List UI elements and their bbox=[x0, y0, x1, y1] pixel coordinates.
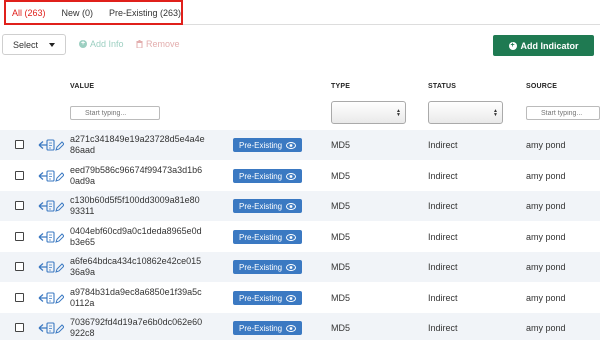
source-filter-input[interactable] bbox=[526, 106, 600, 120]
pencil-icon bbox=[55, 324, 64, 334]
column-header-value[interactable]: VALUE bbox=[70, 83, 94, 90]
row-checkbox[interactable] bbox=[15, 293, 24, 302]
indicator-value[interactable]: eed79b586c96674f99473a3d1b6 0ad9a bbox=[70, 165, 220, 187]
table-row: 7036792fd4d19a7e6b0dc062e60 922c8 Pre-Exis… bbox=[0, 313, 600, 340]
type-cell: MD5 bbox=[331, 323, 351, 333]
row-checkbox[interactable] bbox=[15, 171, 24, 180]
tab-pre-existing[interactable]: Pre-Existing (263) bbox=[109, 8, 181, 18]
eye-icon bbox=[286, 141, 297, 149]
status-cell: Indirect bbox=[428, 140, 458, 150]
source-cell: amy pond bbox=[526, 262, 566, 272]
indicator-value[interactable]: a6fe64bdca434c10862e42ce015 36a9a bbox=[70, 256, 220, 278]
add-indicator-button[interactable]: + Add Indicator bbox=[493, 35, 594, 56]
value-filter-input[interactable] bbox=[70, 106, 160, 120]
indicator-value[interactable]: c130b60d5f5f100dd3009a81e80 93311 bbox=[70, 195, 220, 217]
source-cell: amy pond bbox=[526, 323, 566, 333]
pre-existing-badge[interactable]: Pre-Existing bbox=[233, 199, 302, 213]
pre-existing-badge[interactable]: Pre-Existing bbox=[233, 169, 302, 183]
restore-document-icon[interactable] bbox=[38, 199, 64, 213]
row-checkbox[interactable] bbox=[15, 323, 24, 332]
source-cell: amy pond bbox=[526, 232, 566, 242]
tab-divider bbox=[183, 24, 600, 25]
restore-document-icon[interactable] bbox=[38, 138, 64, 152]
sort-arrows-icon: ▲ ▼ bbox=[493, 108, 498, 118]
remove-button[interactable]: Remove bbox=[136, 39, 180, 49]
table-row: 0404ebf60cd9a0c1deda8965e0d b3e65 Pre-Exis… bbox=[0, 222, 600, 252]
pencil-icon bbox=[55, 233, 64, 243]
indicator-value[interactable]: a271c341849e19a23728d5e4a4e 86aad bbox=[70, 134, 220, 156]
type-filter-select[interactable]: ▲ ▼ bbox=[331, 101, 406, 124]
eye-icon bbox=[286, 263, 297, 271]
source-cell: amy pond bbox=[526, 171, 566, 181]
eye-icon bbox=[286, 172, 297, 180]
table-row: a6fe64bdca434c10862e42ce015 36a9a Pre-Exis… bbox=[0, 252, 600, 282]
sort-arrows-icon: ▲ ▼ bbox=[396, 108, 401, 118]
indicator-value[interactable]: 7036792fd4d19a7e6b0dc062e60 922c8 bbox=[70, 317, 220, 339]
select-label: Select bbox=[13, 39, 39, 50]
restore-document-icon[interactable] bbox=[38, 260, 64, 274]
remove-label: Remove bbox=[146, 39, 180, 49]
eye-icon bbox=[286, 294, 297, 302]
restore-document-icon[interactable] bbox=[38, 169, 64, 183]
add-info-button[interactable]: + Add Info bbox=[79, 39, 124, 49]
source-cell: amy pond bbox=[526, 201, 566, 211]
tab-new[interactable]: New (0) bbox=[62, 8, 94, 18]
pencil-icon bbox=[55, 263, 64, 273]
plus-circle-icon: + bbox=[79, 40, 87, 48]
status-cell: Indirect bbox=[428, 323, 458, 333]
tab-all[interactable]: All (263) bbox=[12, 8, 46, 18]
type-cell: MD5 bbox=[331, 171, 351, 181]
trash-icon bbox=[136, 40, 143, 48]
add-indicator-label: Add Indicator bbox=[520, 40, 579, 51]
type-cell: MD5 bbox=[331, 201, 351, 211]
row-checkbox[interactable] bbox=[15, 262, 24, 271]
column-header-source[interactable]: SOURCE bbox=[526, 83, 557, 90]
pencil-icon bbox=[55, 202, 64, 212]
eye-icon bbox=[286, 233, 297, 241]
column-header-type[interactable]: TYPE bbox=[331, 83, 350, 90]
status-filter-select[interactable]: ▲ ▼ bbox=[428, 101, 503, 124]
indicator-value[interactable]: a9784b31da9ec8a6850e1f39a5c 0112a bbox=[70, 287, 220, 309]
row-checkbox[interactable] bbox=[15, 140, 24, 149]
pencil-icon bbox=[55, 294, 64, 304]
pre-existing-badge[interactable]: Pre-Existing bbox=[233, 138, 302, 152]
pre-existing-badge[interactable]: Pre-Existing bbox=[233, 260, 302, 274]
bulk-select-dropdown[interactable]: Select bbox=[2, 34, 66, 55]
status-cell: Indirect bbox=[428, 293, 458, 303]
eye-icon bbox=[286, 324, 297, 332]
pre-existing-badge[interactable]: Pre-Existing bbox=[233, 321, 302, 335]
column-header-status[interactable]: STATUS bbox=[428, 83, 456, 90]
type-cell: MD5 bbox=[331, 140, 351, 150]
filter-tabs: All (263) New (0) Pre-Existing (263) bbox=[4, 0, 183, 25]
type-cell: MD5 bbox=[331, 262, 351, 272]
plus-circle-icon: + bbox=[508, 41, 517, 50]
table-row: eed79b586c96674f99473a3d1b6 0ad9a Pre-Exis… bbox=[0, 161, 600, 191]
restore-document-icon[interactable] bbox=[38, 230, 64, 244]
row-checkbox[interactable] bbox=[15, 232, 24, 241]
status-cell: Indirect bbox=[428, 232, 458, 242]
status-cell: Indirect bbox=[428, 201, 458, 211]
source-cell: amy pond bbox=[526, 140, 566, 150]
table-row: c130b60d5f5f100dd3009a81e80 93311 Pre-Exis… bbox=[0, 191, 600, 221]
pre-existing-badge[interactable]: Pre-Existing bbox=[233, 230, 302, 244]
table-row: a271c341849e19a23728d5e4a4e 86aad Pre-Exis… bbox=[0, 130, 600, 160]
type-cell: MD5 bbox=[331, 232, 351, 242]
add-info-label: Add Info bbox=[90, 39, 124, 49]
source-cell: amy pond bbox=[526, 293, 566, 303]
restore-document-icon[interactable] bbox=[38, 291, 64, 305]
pencil-icon bbox=[55, 141, 64, 151]
eye-icon bbox=[286, 202, 297, 210]
status-cell: Indirect bbox=[428, 262, 458, 272]
indicator-value[interactable]: 0404ebf60cd9a0c1deda8965e0d b3e65 bbox=[70, 226, 220, 248]
row-checkbox[interactable] bbox=[15, 201, 24, 210]
table-row: a9784b31da9ec8a6850e1f39a5c 0112a Pre-Exis… bbox=[0, 283, 600, 313]
pre-existing-badge[interactable]: Pre-Existing bbox=[233, 291, 302, 305]
status-cell: Indirect bbox=[428, 171, 458, 181]
type-cell: MD5 bbox=[331, 293, 351, 303]
pencil-icon bbox=[55, 172, 64, 182]
caret-down-icon bbox=[49, 43, 55, 47]
restore-document-icon[interactable] bbox=[38, 321, 64, 335]
